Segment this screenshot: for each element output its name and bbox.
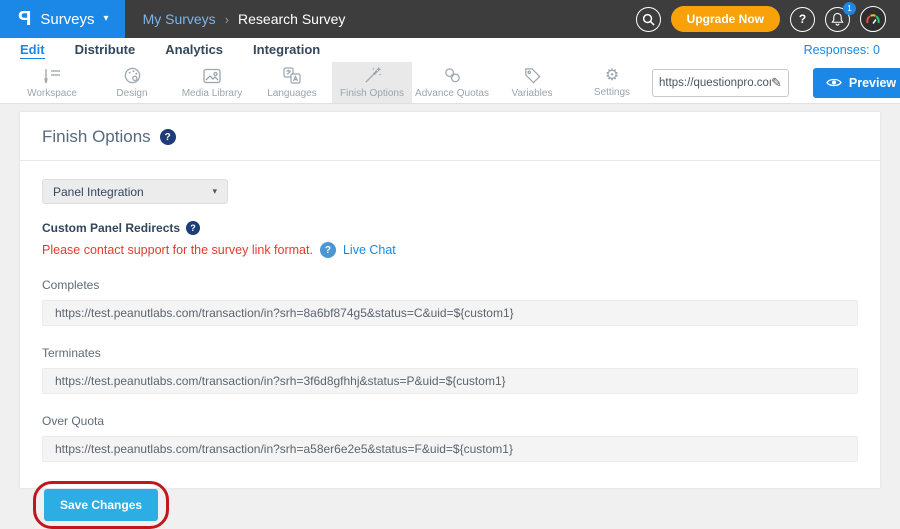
wand-icon (363, 66, 382, 85)
save-changes-area: Save Changes (44, 489, 158, 521)
breadcrumb: My Surveys › Research Survey (143, 11, 346, 27)
search-button[interactable] (636, 7, 661, 32)
page-content: Finish Options ? Panel Integration ▾ Cus… (0, 104, 900, 517)
edit-url-icon[interactable]: ✎ (771, 75, 782, 91)
link-icon (443, 66, 462, 85)
product-name: Surveys (40, 11, 94, 28)
toolbar-item-languages[interactable]: Languages (252, 62, 332, 103)
search-icon (642, 13, 655, 26)
card-body: Panel Integration ▾ Custom Panel Redirec… (20, 161, 880, 521)
live-chat-link[interactable]: Live Chat (343, 243, 396, 257)
gear-icon: ⚙ (605, 68, 619, 84)
palette-icon (123, 66, 142, 85)
translate-icon (282, 66, 302, 85)
toolbar-item-settings[interactable]: ⚙ Settings (572, 62, 652, 103)
toolbar-label: Languages (267, 88, 317, 99)
bell-icon (831, 12, 844, 26)
card-header: Finish Options ? (20, 112, 880, 161)
save-changes-button[interactable]: Save Changes (44, 489, 158, 521)
toolbar-item-workspace[interactable]: Workspace (12, 62, 92, 103)
workspace-icon (42, 67, 62, 85)
eye-icon (826, 77, 842, 88)
tag-icon (523, 66, 542, 85)
toolbar-label: Settings (594, 87, 630, 98)
completes-label: Completes (42, 278, 858, 292)
image-icon (202, 67, 222, 85)
notification-badge: 1 (843, 2, 856, 15)
survey-url-input[interactable] (659, 77, 771, 89)
toolbar-item-media-library[interactable]: Media Library (172, 62, 252, 103)
toolbar-item-variables[interactable]: Variables (492, 62, 572, 103)
survey-url-box: ✎ (652, 69, 789, 97)
toolbar-label: Advance Quotas (415, 88, 489, 99)
preview-button[interactable]: Preview (813, 68, 900, 98)
support-notice-row: Please contact support for the survey li… (42, 242, 858, 258)
toolbar-label: Variables (512, 88, 553, 99)
top-bar: P Surveys ▾ My Surveys › Research Survey… (0, 0, 900, 38)
completes-url-input[interactable] (42, 300, 858, 326)
support-notice-text: Please contact support for the survey li… (42, 243, 313, 257)
page-title: Finish Options (42, 127, 151, 147)
tab-integration[interactable]: Integration (253, 42, 320, 58)
custom-panel-help-icon[interactable]: ? (186, 221, 200, 235)
toolbar-item-finish-options[interactable]: Finish Options (332, 62, 412, 103)
chevron-down-icon: ▾ (104, 14, 109, 24)
responses-count[interactable]: Responses: 0 (804, 43, 880, 57)
tab-analytics[interactable]: Analytics (165, 42, 223, 58)
toolbar-label: Workspace (27, 88, 77, 99)
breadcrumb-my-surveys[interactable]: My Surveys (143, 11, 216, 27)
chevron-down-icon: ▾ (212, 187, 217, 196)
survey-subnav: Edit Distribute Analytics Integration Re… (0, 38, 900, 62)
breadcrumb-separator-icon: › (225, 12, 229, 27)
over-quota-url-input[interactable] (42, 436, 858, 462)
tab-distribute[interactable]: Distribute (75, 42, 136, 58)
terminates-label: Terminates (42, 346, 858, 360)
topbar-actions: Upgrade Now ? 1 (636, 6, 900, 32)
dropdown-selected-value: Panel Integration (53, 185, 144, 199)
custom-panel-redirects-label: Custom Panel Redirects (42, 221, 180, 235)
product-switcher[interactable]: P Surveys ▾ (0, 0, 125, 38)
help-button[interactable]: ? (790, 7, 815, 32)
user-avatar[interactable] (860, 6, 886, 32)
tab-edit[interactable]: Edit (20, 42, 45, 59)
breadcrumb-current-survey: Research Survey (238, 11, 345, 27)
terminates-url-input[interactable] (42, 368, 858, 394)
live-chat-icon[interactable]: ? (320, 242, 336, 258)
toolbar-label: Media Library (182, 88, 243, 99)
toolbar-item-advance-quotas[interactable]: Advance Quotas (412, 62, 492, 103)
upgrade-now-button[interactable]: Upgrade Now (671, 6, 780, 32)
preview-label: Preview (849, 76, 896, 90)
finish-options-card: Finish Options ? Panel Integration ▾ Cus… (20, 112, 880, 488)
finish-option-type-select[interactable]: Panel Integration ▾ (42, 179, 228, 204)
section-heading-row: Custom Panel Redirects ? (42, 221, 858, 235)
toolbar-label: Finish Options (340, 88, 404, 99)
gauge-icon (865, 13, 881, 26)
toolbar-item-design[interactable]: Design (92, 62, 172, 103)
toolbar-label: Design (116, 88, 147, 99)
questionpro-logo-icon: P (18, 8, 31, 31)
finish-options-help-icon[interactable]: ? (160, 129, 176, 145)
notifications-button[interactable]: 1 (825, 7, 850, 32)
edit-toolbar: Workspace Design Media Library Languages (0, 62, 900, 104)
over-quota-label: Over Quota (42, 414, 858, 428)
